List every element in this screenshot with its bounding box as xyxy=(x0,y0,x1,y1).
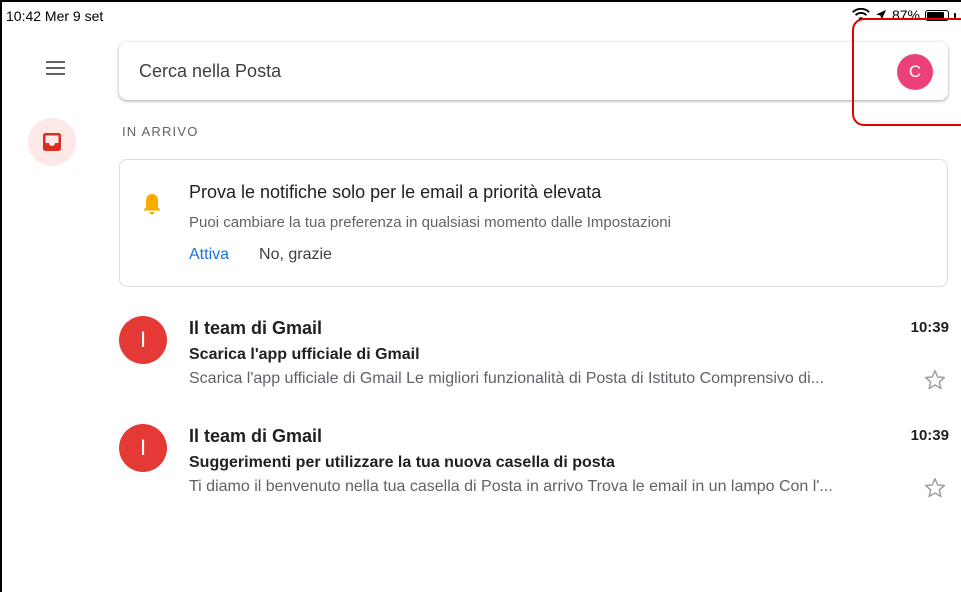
menu-line xyxy=(45,73,65,75)
star-icon[interactable] xyxy=(923,476,947,500)
email-list-item[interactable]: I Il team di Gmail 10:39 Suggerimenti pe… xyxy=(110,422,961,512)
sender-avatar: I xyxy=(119,424,167,472)
screenshot-border-left xyxy=(0,0,2,592)
notification-title: Prova le notifiche solo per le email a p… xyxy=(189,182,602,202)
email-sender: Il team di Gmail xyxy=(189,318,323,338)
activate-button[interactable]: Attiva xyxy=(189,246,229,264)
inbox-section-label: IN ARRIVO xyxy=(122,124,199,139)
search-input[interactable] xyxy=(139,58,859,84)
menu-line xyxy=(45,61,65,63)
email-subject: Suggerimenti per utilizzare la tua nuova… xyxy=(189,454,615,471)
email-time: 10:39 xyxy=(910,427,949,444)
decline-button[interactable]: No, grazie xyxy=(259,246,332,264)
email-subject: Scarica l'app ufficiale di Gmail xyxy=(189,346,420,363)
status-time: 10:42 Mer 9 set xyxy=(6,8,104,24)
star-icon[interactable] xyxy=(923,368,947,392)
email-time: 10:39 xyxy=(910,319,949,336)
inbox-icon xyxy=(43,133,61,151)
battery-tip xyxy=(954,12,956,18)
email-sender: Il team di Gmail xyxy=(189,426,323,446)
notification-actions: Attiva No, grazie xyxy=(189,246,332,264)
search-bar: C xyxy=(119,42,948,100)
sender-avatar: I xyxy=(119,316,167,364)
menu-line xyxy=(45,67,65,69)
status-bar: 10:42 Mer 9 set 87% xyxy=(6,2,956,26)
email-snippet: Scarica l'app ufficiale di Gmail Le migl… xyxy=(189,370,825,387)
sidebar-item-inbox[interactable] xyxy=(28,118,76,166)
email-list-item[interactable]: I Il team di Gmail 10:39 Scarica l'app u… xyxy=(110,314,961,404)
notification-body: Puoi cambiare la tua preferenza in quals… xyxy=(189,214,671,231)
annotation-highlight-box xyxy=(852,18,961,126)
notification-prompt-card: Prova le notifiche solo per le email a p… xyxy=(119,159,948,287)
hamburger-menu-icon[interactable] xyxy=(40,56,70,80)
bell-icon xyxy=(144,194,160,215)
email-snippet: Ti diamo il benvenuto nella tua casella … xyxy=(189,478,833,495)
